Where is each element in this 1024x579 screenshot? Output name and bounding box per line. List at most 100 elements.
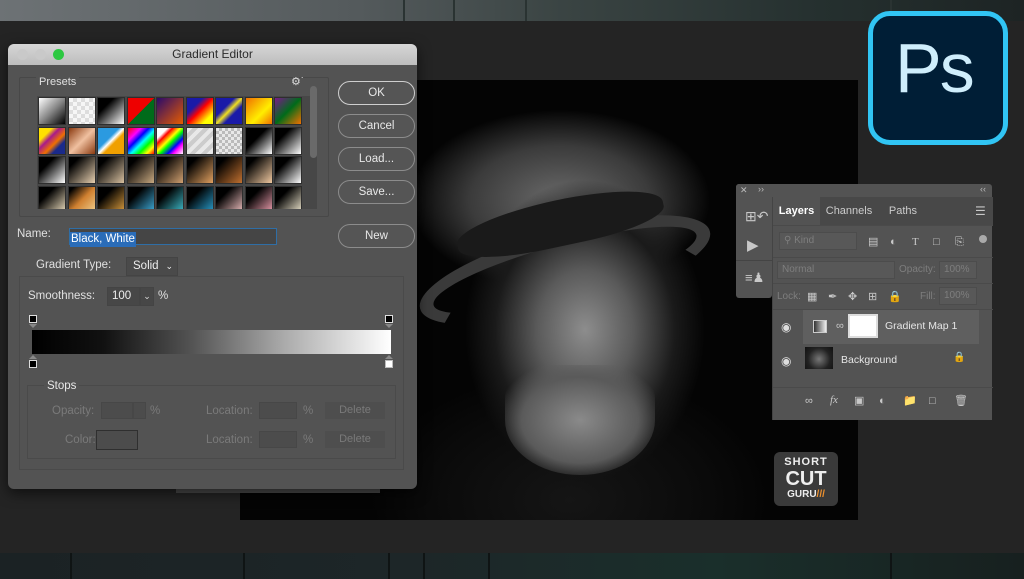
gradient-type-select[interactable]: Solid ⌄	[126, 257, 178, 276]
close-panel-icon[interactable]: ✕	[740, 185, 748, 196]
stop-opacity-dropdown[interactable]	[133, 402, 146, 419]
name-field[interactable]: Black, White	[69, 228, 277, 247]
preset-swatch[interactable]	[97, 185, 125, 209]
delete-color-stop-button[interactable]: Delete	[325, 431, 385, 448]
tab-layers[interactable]: Layers	[773, 197, 820, 225]
stop-color-swatch[interactable]	[96, 430, 138, 450]
new-button[interactable]: New	[338, 224, 415, 248]
preset-swatch[interactable]	[67, 156, 96, 184]
lock-position-icon[interactable]: ✥	[848, 291, 857, 303]
preset-swatch[interactable]	[185, 126, 214, 155]
eye-icon[interactable]: ◉	[781, 320, 791, 334]
fx-icon[interactable]: fx	[830, 394, 838, 406]
preset-swatch[interactable]	[274, 185, 302, 209]
preset-swatch[interactable]	[244, 126, 273, 155]
preset-swatch[interactable]	[38, 126, 66, 155]
color-location-input[interactable]	[259, 431, 297, 448]
preset-swatch[interactable]	[244, 97, 273, 125]
gradient-preview-bar[interactable]	[32, 330, 391, 354]
preset-swatch[interactable]	[126, 97, 155, 125]
preset-swatch[interactable]	[215, 156, 243, 184]
collapse-panel-icon[interactable]: ‹‹	[980, 184, 986, 194]
lock-transparent-icon[interactable]: ▦	[807, 291, 817, 303]
fill-input[interactable]: 100%	[939, 287, 977, 305]
lock-all-icon[interactable]: 🔒	[888, 291, 902, 303]
filter-shape-icon[interactable]: □	[933, 236, 940, 248]
color-stop-right[interactable]	[385, 360, 393, 368]
tab-paths[interactable]: Paths	[878, 197, 928, 225]
opacity-stop-left[interactable]	[29, 315, 37, 323]
preset-swatch[interactable]	[97, 97, 125, 125]
new-layer-icon[interactable]: □	[929, 395, 936, 407]
lock-paint-icon[interactable]: ✒	[828, 291, 837, 303]
smoothness-dropdown[interactable]: ⌄	[140, 287, 154, 306]
smoothness-input[interactable]: 100	[107, 287, 140, 306]
panel-header[interactable]: ✕ ›› ‹‹	[736, 184, 992, 198]
expand-panel-icon[interactable]: ››	[758, 184, 764, 194]
preset-swatch[interactable]	[126, 156, 155, 184]
blend-mode-select[interactable]: Normal	[777, 261, 895, 279]
filter-smart-object-icon[interactable]: ⎘	[955, 236, 964, 248]
history-icon[interactable]: ⊞↶	[745, 209, 768, 223]
stop-opacity-input[interactable]	[101, 402, 133, 419]
preset-swatch[interactable]	[156, 97, 184, 125]
preset-swatch[interactable]	[215, 185, 243, 209]
link-layers-icon[interactable]: ∞	[805, 395, 813, 407]
preset-swatch[interactable]	[67, 97, 96, 125]
opacity-location-input[interactable]	[259, 402, 297, 419]
preset-swatch[interactable]	[156, 156, 184, 184]
lock-artboard-icon[interactable]: ⊞	[868, 291, 877, 303]
preset-swatch[interactable]	[38, 156, 66, 184]
load-button[interactable]: Load...	[338, 147, 415, 171]
preset-swatch[interactable]	[244, 185, 273, 209]
presets-scrollbar[interactable]	[310, 86, 317, 158]
cancel-button[interactable]: Cancel	[338, 114, 415, 138]
filter-kind-select[interactable]: ⚲ Kind	[779, 232, 857, 250]
filter-pixel-icon[interactable]: ▤	[868, 236, 878, 248]
delete-opacity-stop-button[interactable]: Delete	[325, 402, 385, 419]
preset-swatch[interactable]	[274, 126, 302, 155]
eye-icon[interactable]: ◉	[781, 354, 791, 368]
preset-swatch[interactable]	[126, 126, 155, 155]
preset-swatch[interactable]	[244, 156, 273, 184]
new-group-icon[interactable]: 📁	[903, 395, 917, 407]
dialog-titlebar[interactable]: Gradient Editor	[8, 44, 417, 65]
preset-swatch[interactable]	[185, 185, 214, 209]
beard	[505, 365, 655, 475]
add-mask-icon[interactable]: ▣	[854, 395, 864, 407]
preset-swatch[interactable]	[97, 156, 125, 184]
ok-button[interactable]: OK	[338, 81, 415, 105]
preset-swatch[interactable]	[38, 97, 66, 125]
layer-mask-thumbnail[interactable]	[848, 314, 878, 338]
filter-adjustment-icon[interactable]: ◐	[890, 236, 897, 248]
preset-swatch[interactable]	[215, 97, 243, 125]
opacity-input[interactable]: 100%	[939, 261, 977, 279]
preset-swatch[interactable]	[97, 126, 125, 155]
save-button[interactable]: Save...	[338, 180, 415, 204]
preset-swatch[interactable]	[274, 97, 302, 125]
layer-background[interactable]: Background 🔒	[803, 344, 979, 378]
properties-stamp-icon[interactable]: ≡♟	[745, 271, 764, 284]
preset-swatch[interactable]	[67, 126, 96, 155]
play-actions-icon[interactable]: ▶	[747, 238, 759, 253]
preset-swatch[interactable]	[185, 97, 214, 125]
preset-swatch[interactable]	[156, 126, 184, 155]
preset-swatch[interactable]	[126, 185, 155, 209]
layer-gradient-map[interactable]: ∞ Gradient Map 1	[803, 310, 979, 344]
filter-type-icon[interactable]: T	[912, 236, 919, 248]
new-adjustment-icon[interactable]: ◐	[879, 395, 886, 407]
tab-channels[interactable]: Channels	[820, 197, 878, 225]
link-mask-icon[interactable]: ∞	[836, 320, 844, 332]
preset-swatch[interactable]	[185, 156, 214, 184]
preset-swatch[interactable]	[274, 156, 302, 184]
opacity-stop-right[interactable]	[385, 315, 393, 323]
filter-toggle[interactable]	[979, 235, 987, 243]
gear-icon[interactable]: ⚙˙	[291, 75, 305, 88]
preset-swatch[interactable]	[67, 185, 96, 209]
trash-icon[interactable]: 🗑	[954, 395, 968, 407]
preset-swatch[interactable]	[156, 185, 184, 209]
preset-swatch[interactable]	[38, 185, 66, 209]
color-stop-left[interactable]	[29, 360, 37, 368]
preset-swatch[interactable]	[215, 126, 243, 155]
panel-menu-icon[interactable]: ☰	[975, 205, 986, 217]
